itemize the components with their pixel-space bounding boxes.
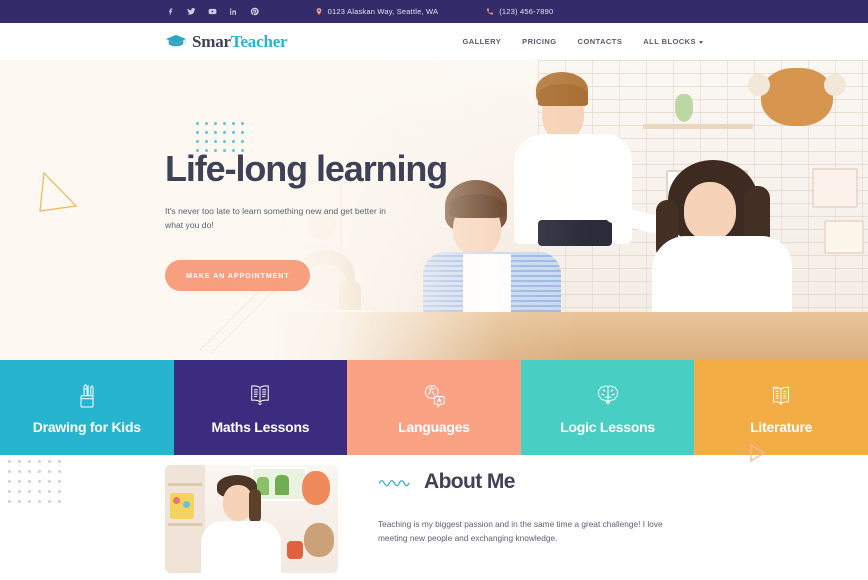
hero-subtitle: It's never too late to learn something n…: [165, 205, 386, 230]
nav-item-contacts[interactable]: CONTACTS: [578, 37, 623, 46]
wave-divider-icon: [378, 477, 412, 488]
twitter-icon[interactable]: [186, 7, 196, 17]
pinterest-icon[interactable]: [249, 7, 259, 17]
tile-drawing-for-kids[interactable]: Drawing for Kids: [0, 360, 174, 455]
contact-info: 0123 Alaskan Way, Seattle, WA (123) 456-…: [0, 7, 868, 16]
tile-literature[interactable]: Literature: [694, 360, 868, 455]
facebook-icon[interactable]: [165, 7, 175, 17]
address-text: 0123 Alaskan Way, Seattle, WA: [327, 7, 439, 16]
nav-item-all-blocks[interactable]: ALL BLOCKS: [643, 37, 703, 46]
location-icon: [315, 7, 323, 16]
tile-maths-lessons[interactable]: Maths Lessons: [173, 360, 348, 455]
pencil-cup-icon: [72, 380, 102, 410]
tile-label: Languages: [398, 419, 470, 435]
make-appointment-button[interactable]: MAKE AN APPOINTMENT: [165, 259, 311, 291]
site-header: SmarTeacher GALLERY PRICING CONTACTS ALL…: [0, 23, 868, 60]
nav-label: CONTACTS: [577, 37, 623, 46]
top-bar: 0123 Alaskan Way, Seattle, WA (123) 456-…: [0, 0, 868, 23]
phone-text: (123) 456-7890: [499, 7, 554, 16]
brain-icon: [593, 380, 623, 410]
site-logo[interactable]: SmarTeacher: [165, 31, 288, 52]
tile-label: Drawing for Kids: [32, 419, 141, 435]
nav-label: ALL BLOCKS: [643, 37, 696, 46]
nav-item-gallery[interactable]: GALLERY: [462, 37, 501, 46]
orange-triangle-decoration: [36, 170, 84, 212]
chevron-down-icon: [699, 40, 703, 44]
about-content: About Me Teaching is my biggest passion …: [378, 455, 703, 580]
tile-languages[interactable]: Languages: [347, 360, 521, 455]
tile-label: Literature: [750, 419, 813, 435]
graduation-cap-icon: [165, 33, 187, 50]
logo-text-secondary: Teacher: [230, 31, 288, 51]
about-section: About Me Teaching is my biggest passion …: [0, 443, 868, 580]
address-item: 0123 Alaskan Way, Seattle, WA: [315, 7, 439, 16]
main-navigation: GALLERY PRICING CONTACTS ALL BLOCKS: [462, 37, 703, 46]
phone-icon: [486, 7, 494, 16]
about-text: Teaching is my biggest passion and in th…: [378, 519, 663, 543]
hero-section: Life-long learning It's never too late t…: [0, 60, 868, 360]
math-book-icon: [245, 380, 275, 410]
logo-text-primary: Smar: [192, 31, 231, 51]
tile-label: Maths Lessons: [211, 419, 310, 435]
open-book-icon: [766, 380, 796, 410]
about-photo: [165, 465, 338, 573]
linkedin-icon[interactable]: [228, 7, 238, 17]
hero-content: Life-long learning It's never too late t…: [165, 60, 495, 291]
nav-item-pricing[interactable]: PRICING: [522, 37, 556, 46]
about-title: About Me: [424, 470, 515, 493]
youtube-icon[interactable]: [207, 7, 217, 17]
grey-dot-grid-decoration: [8, 460, 68, 510]
social-links: [165, 7, 259, 17]
hero-title: Life-long learning: [165, 148, 448, 189]
translate-icon: [419, 380, 449, 410]
tile-label: Logic Lessons: [560, 419, 655, 435]
nav-label: GALLERY: [462, 37, 502, 46]
nav-label: PRICING: [522, 37, 557, 46]
tile-logic-lessons[interactable]: Logic Lessons: [520, 360, 695, 455]
category-tiles: Drawing for Kids Maths Lessons Languages: [0, 360, 868, 455]
phone-item: (123) 456-7890: [486, 7, 553, 16]
coral-triangle-decoration: [746, 442, 768, 464]
